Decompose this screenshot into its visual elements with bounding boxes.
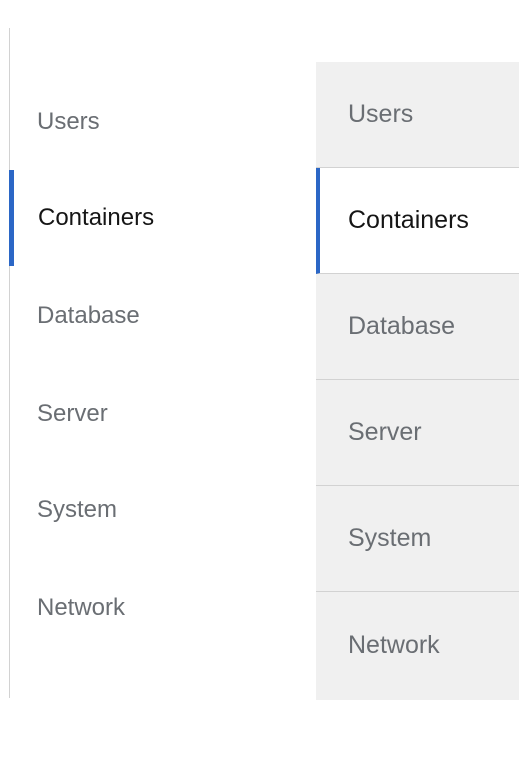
box-tab-label: System bbox=[348, 524, 432, 552]
left-tab-label: Users bbox=[37, 108, 100, 135]
box-tab-label: Network bbox=[348, 630, 440, 659]
left-tab-containers[interactable]: Containers bbox=[9, 170, 209, 266]
box-tab-network[interactable]: Network bbox=[316, 592, 519, 698]
box-tab-label: Users bbox=[348, 100, 414, 128]
box-tab-server[interactable]: Server bbox=[316, 380, 519, 486]
left-tab-label: Network bbox=[37, 594, 126, 621]
left-tab-network[interactable]: Network bbox=[9, 560, 209, 656]
left-tab-users[interactable]: Users bbox=[9, 74, 209, 170]
left-tab-database[interactable]: Database bbox=[9, 268, 209, 364]
left-tab-system[interactable]: System bbox=[9, 462, 209, 558]
box-tab-label: Database bbox=[348, 312, 456, 340]
box-tab-label: Containers bbox=[348, 206, 469, 234]
vertical-tabs-box: Users Containers Database Server System … bbox=[316, 62, 519, 700]
box-tab-users[interactable]: Users bbox=[316, 62, 519, 168]
box-tab-label: Server bbox=[348, 418, 422, 446]
box-tab-database[interactable]: Database bbox=[316, 274, 519, 380]
left-tab-label: System bbox=[37, 496, 118, 523]
left-tab-label: Containers bbox=[38, 204, 155, 231]
left-tab-label: Database bbox=[37, 302, 140, 329]
box-tab-system[interactable]: System bbox=[316, 486, 519, 592]
left-tab-label: Server bbox=[37, 400, 108, 427]
vertical-tabs-left: Users Containers Database Server System … bbox=[9, 28, 210, 698]
box-tab-containers[interactable]: Containers bbox=[316, 168, 519, 274]
left-tab-server[interactable]: Server bbox=[9, 366, 209, 462]
